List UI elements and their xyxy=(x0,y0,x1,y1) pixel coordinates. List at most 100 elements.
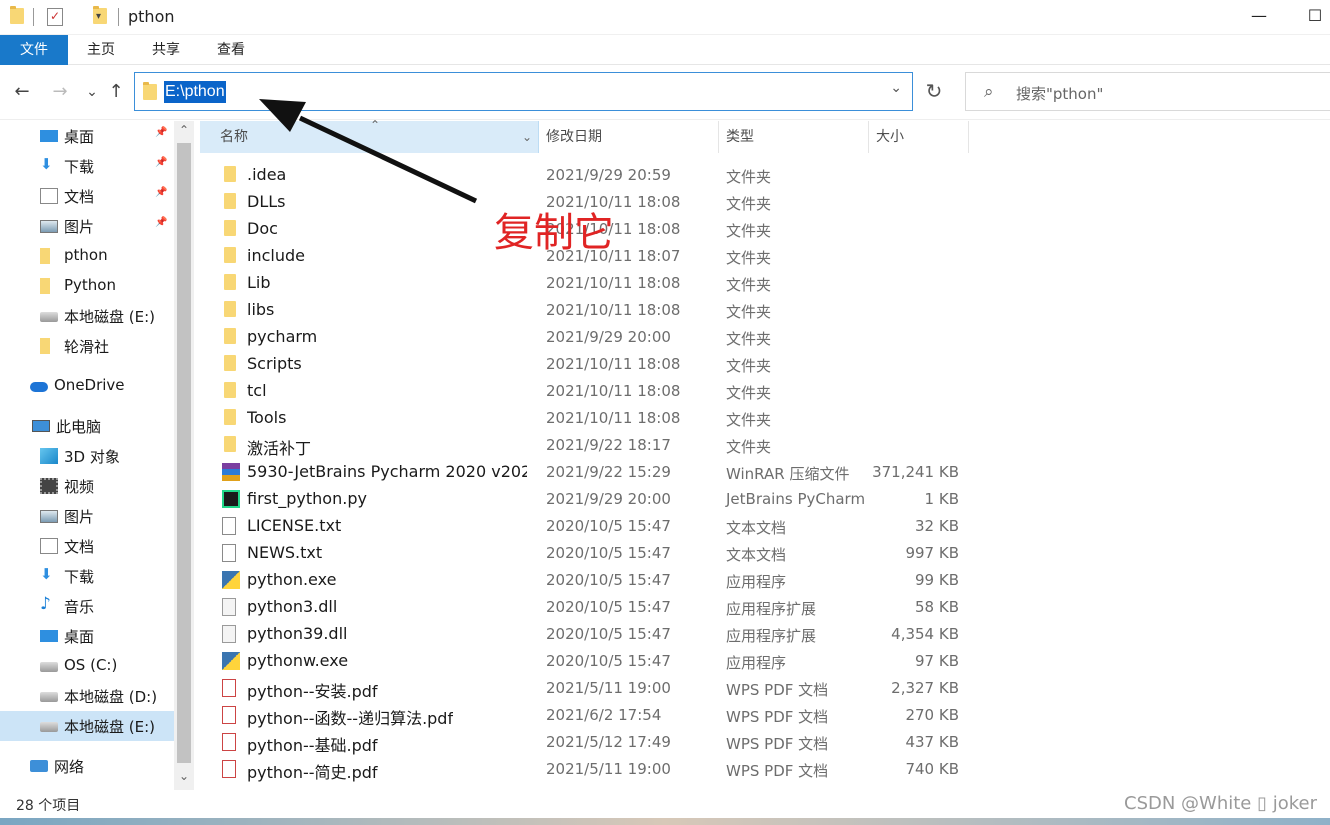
column-type[interactable]: 类型 xyxy=(719,121,869,153)
sidebar-item[interactable]: 本地磁盘 (D:) xyxy=(0,681,174,711)
folder-icon xyxy=(40,278,50,294)
file-date: 2020/10/5 15:47 xyxy=(546,598,671,616)
sidebar-item[interactable]: 此电脑 xyxy=(0,411,174,441)
sidebar-item-label: 下载 xyxy=(64,568,95,586)
tab-share[interactable]: 共享 xyxy=(143,35,189,65)
file-date: 2021/6/2 17:54 xyxy=(546,706,662,724)
scroll-up-icon[interactable]: ⌃ xyxy=(174,123,194,137)
forward-button[interactable]: → xyxy=(48,80,72,104)
address-path[interactable]: E:\pthon xyxy=(164,81,226,103)
file-row[interactable]: pycharm 2021/9/29 20:00 文件夹 xyxy=(200,324,980,351)
file-date: 2021/5/12 17:49 xyxy=(546,733,671,751)
sidebar-item[interactable]: 本地磁盘 (E:) xyxy=(0,711,174,741)
folder-icon[interactable] xyxy=(10,6,24,24)
sidebar-item[interactable]: 网络 xyxy=(0,751,174,781)
documents-icon xyxy=(40,188,58,204)
file-date: 2021/10/11 18:08 xyxy=(546,355,681,373)
file-date: 2021/10/11 18:08 xyxy=(546,301,681,319)
sidebar-item[interactable]: OS (C:) xyxy=(0,651,174,681)
file-date: 2021/5/11 19:00 xyxy=(546,760,671,778)
sidebar-item[interactable]: 桌面 xyxy=(0,621,174,651)
file-row[interactable]: first_python.py 2021/9/29 20:00 JetBrains … xyxy=(200,486,980,513)
sidebar-item[interactable]: 图片 📌 xyxy=(0,211,174,241)
sidebar-item[interactable]: 本地磁盘 (E:) xyxy=(0,301,174,331)
file-type: WPS PDF 文档 xyxy=(726,681,829,699)
column-name[interactable]: 名称 ⌃ ⌄ xyxy=(200,118,539,153)
sidebar-item[interactable]: 图片 xyxy=(0,501,174,531)
sidebar-item-label: 本地磁盘 (D:) xyxy=(64,688,158,706)
sidebar-scrollbar[interactable]: ⌃ ⌄ xyxy=(174,121,194,790)
file-row[interactable]: python.exe 2020/10/5 15:47 应用程序 99 KB xyxy=(200,567,980,594)
file-date: 2020/10/5 15:47 xyxy=(546,544,671,562)
pdf-icon xyxy=(222,733,236,751)
scroll-thumb[interactable] xyxy=(177,143,191,763)
file-row[interactable]: Tools 2021/10/11 18:08 文件夹 xyxy=(200,405,980,432)
minimize-button[interactable]: — xyxy=(1236,0,1282,35)
file-row[interactable]: LICENSE.txt 2020/10/5 15:47 文本文档 32 KB xyxy=(200,513,980,540)
file-row[interactable]: .idea 2021/9/29 20:59 文件夹 xyxy=(200,162,980,189)
tab-home[interactable]: 主页 xyxy=(78,35,124,65)
folder-icon xyxy=(224,355,236,371)
sidebar-item[interactable]: Python xyxy=(0,271,174,301)
sidebar-item[interactable]: 桌面 📌 xyxy=(0,121,174,151)
back-button[interactable]: ← xyxy=(10,80,34,104)
customize-quick-access-icon[interactable]: ▾ xyxy=(96,11,112,29)
sidebar-item[interactable]: 视频 xyxy=(0,471,174,501)
tab-file[interactable]: 文件 xyxy=(0,35,68,65)
properties-icon[interactable]: ✓ xyxy=(47,8,63,26)
file-row[interactable]: Lib 2021/10/11 18:08 文件夹 xyxy=(200,270,980,297)
file-name: Lib xyxy=(247,273,271,292)
file-row[interactable]: 激活补丁 2021/9/22 18:17 文件夹 xyxy=(200,432,980,459)
file-row[interactable]: python3.dll 2020/10/5 15:47 应用程序扩展 58 KB xyxy=(200,594,980,621)
sidebar-item[interactable]: 文档 xyxy=(0,531,174,561)
sidebar-item-label: Python xyxy=(64,276,116,294)
onedrive-icon xyxy=(30,382,48,392)
file-type: 文件夹 xyxy=(726,384,772,402)
column-size[interactable]: 大小 xyxy=(869,121,969,153)
column-date[interactable]: 修改日期 xyxy=(539,121,719,153)
file-row[interactable]: libs 2021/10/11 18:08 文件夹 xyxy=(200,297,980,324)
tab-view[interactable]: 查看 xyxy=(208,35,254,65)
recent-locations-button[interactable]: ⌄ xyxy=(80,80,104,104)
file-row[interactable]: python39.dll 2020/10/5 15:47 应用程序扩展 4,354 K… xyxy=(200,621,980,648)
folder-icon xyxy=(40,338,50,354)
file-row[interactable]: Scripts 2021/10/11 18:08 文件夹 xyxy=(200,351,980,378)
text-file-icon xyxy=(222,544,236,562)
address-bar[interactable]: E:\pthon ⌄ xyxy=(134,72,913,111)
chevron-down-icon[interactable]: ⌄ xyxy=(890,80,902,96)
sidebar-item[interactable]: 3D 对象 xyxy=(0,441,174,471)
sidebar-item[interactable]: pthon xyxy=(0,241,174,271)
up-button[interactable]: ↑ xyxy=(104,80,128,104)
sidebar-item[interactable]: 文档 📌 xyxy=(0,181,174,211)
sidebar-item-label: 图片 xyxy=(64,508,95,526)
file-row[interactable]: python--基础.pdf 2021/5/12 17:49 WPS PDF 文档 4… xyxy=(200,729,980,756)
search-box[interactable]: ⌕ 搜索"pthon" xyxy=(965,72,1330,111)
file-size: 740 KB xyxy=(905,760,959,778)
folder-icon xyxy=(224,166,236,182)
sidebar-item[interactable]: OneDrive xyxy=(0,371,174,401)
search-input[interactable]: 搜索"pthon" xyxy=(1016,83,1103,104)
file-row[interactable]: 5930-JetBrains Pycharm 2020 v2020.... 202… xyxy=(200,459,980,486)
refresh-button[interactable]: ↻ xyxy=(922,80,946,104)
sidebar-item[interactable]: ♪ 音乐 xyxy=(0,591,174,621)
file-row[interactable]: tcl 2021/10/11 18:08 文件夹 xyxy=(200,378,980,405)
sidebar-item[interactable]: ⬇ 下载 xyxy=(0,561,174,591)
file-type: WPS PDF 文档 xyxy=(726,708,829,726)
python-icon xyxy=(222,652,240,670)
column-type-label: 类型 xyxy=(726,129,754,145)
file-row[interactable]: pythonw.exe 2020/10/5 15:47 应用程序 97 KB xyxy=(200,648,980,675)
file-name: python3.dll xyxy=(247,597,338,616)
navigation-pane: 桌面 📌 ⬇ 下载 📌 文档 📌 图片 📌 pthon Python 本地磁盘 (E:) 轮滑社 OneD… xyxy=(0,121,174,790)
sidebar-item[interactable]: 轮滑社 xyxy=(0,331,174,361)
scroll-down-icon[interactable]: ⌄ xyxy=(174,769,194,783)
file-row[interactable]: python--简史.pdf 2021/5/11 19:00 WPS PDF 文档 7… xyxy=(200,756,980,783)
window-title: pthon xyxy=(128,7,175,26)
file-row[interactable]: python--安装.pdf 2021/5/11 19:00 WPS PDF 文档 2… xyxy=(200,675,980,702)
maximize-button[interactable]: ☐ xyxy=(1292,0,1330,35)
file-row[interactable]: python--函数--递归算法.pdf 2021/6/2 17:54 WPS PD… xyxy=(200,702,980,729)
file-date: 2021/9/22 15:29 xyxy=(546,463,671,481)
file-name: DLLs xyxy=(247,192,286,211)
file-row[interactable]: NEWS.txt 2020/10/5 15:47 文本文档 997 KB xyxy=(200,540,980,567)
chevron-down-icon[interactable]: ⌄ xyxy=(522,121,532,153)
sidebar-item[interactable]: ⬇ 下载 📌 xyxy=(0,151,174,181)
